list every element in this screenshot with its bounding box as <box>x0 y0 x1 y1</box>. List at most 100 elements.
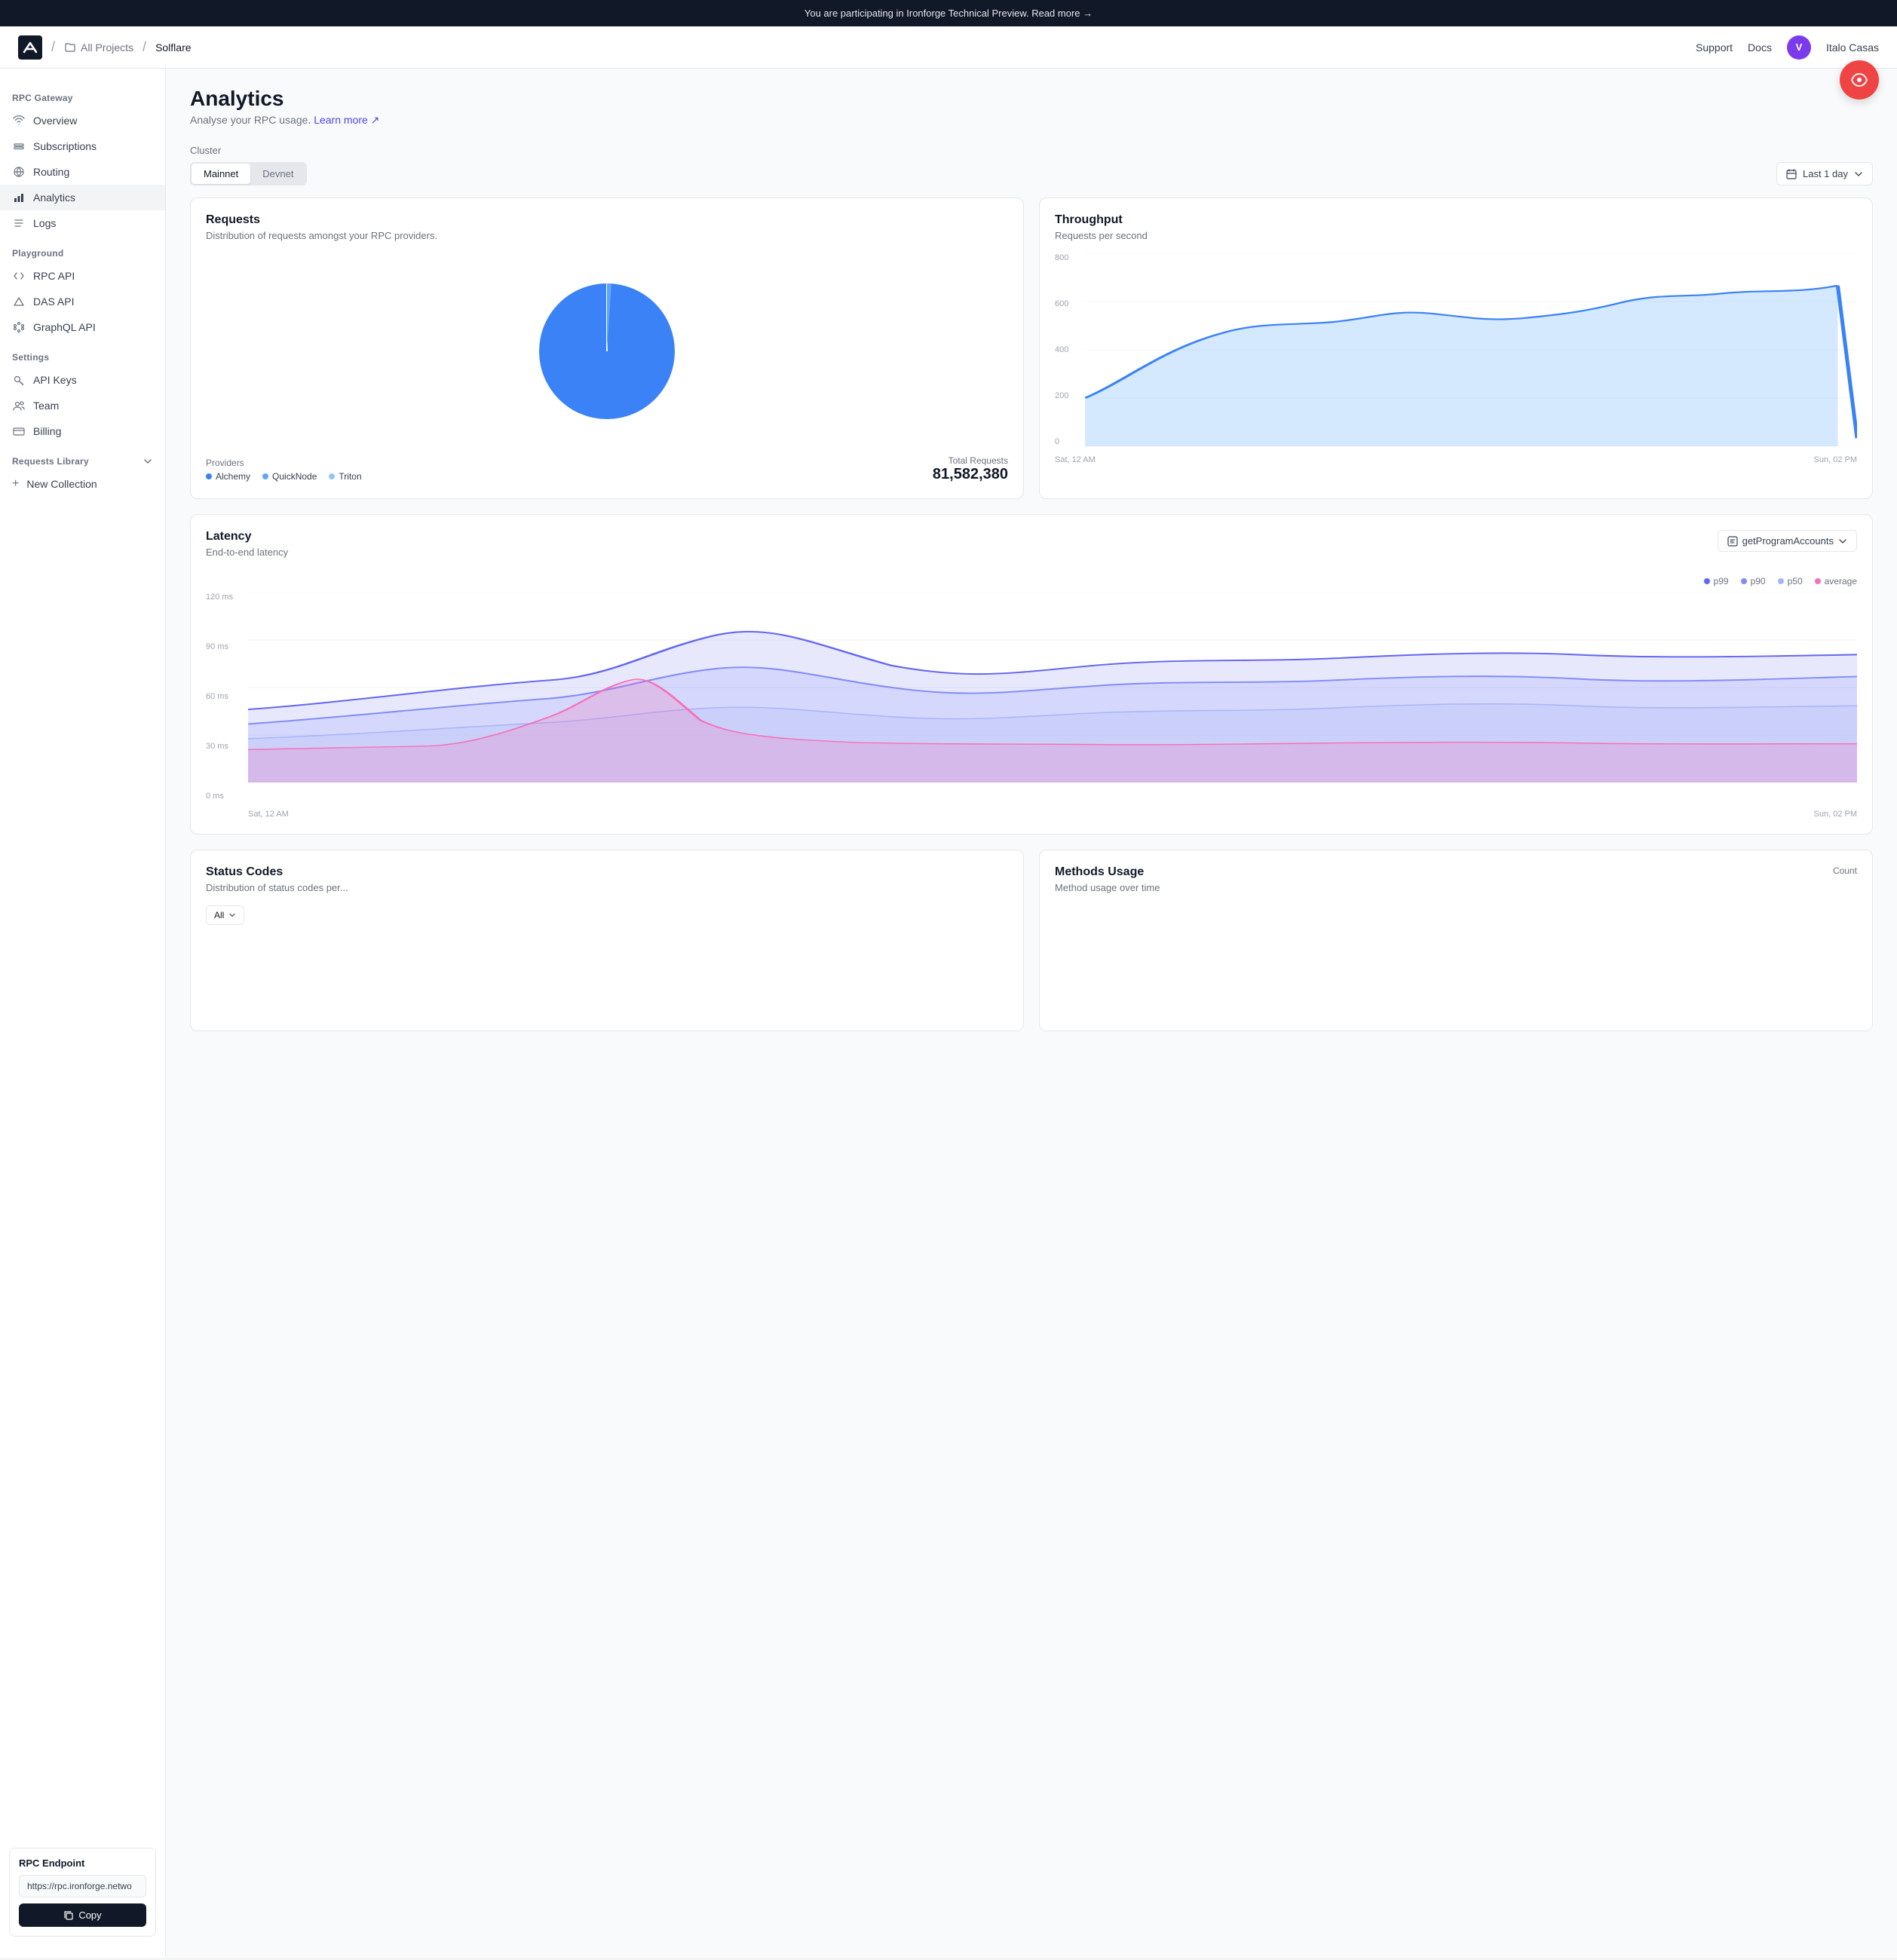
average-dot <box>1815 578 1821 584</box>
y-label-400: 400 <box>1055 345 1082 354</box>
code-icon <box>12 269 26 283</box>
breadcrumb-all-projects[interactable]: All Projects <box>64 41 133 54</box>
fab-button[interactable] <box>1840 60 1879 100</box>
latency-legend: p99 p90 p50 average <box>206 576 1857 586</box>
page-title: Analytics <box>190 87 1873 111</box>
sidebar-item-routing[interactable]: Routing <box>0 159 165 185</box>
latency-chart-area: 0 ms 30 ms 60 ms 90 ms 120 ms <box>206 593 1857 819</box>
team-label: Team <box>33 400 59 412</box>
sidebar-item-subscriptions[interactable]: Subscriptions <box>0 133 165 159</box>
header-left: / All Projects / Solflare <box>18 35 1696 60</box>
throughput-chart: 0 200 400 600 800 <box>1055 253 1857 464</box>
all-filter[interactable]: All <box>206 905 244 925</box>
top-banner: You are participating in Ironforge Techn… <box>0 0 1897 26</box>
sidebar-item-analytics[interactable]: Analytics <box>0 185 165 210</box>
user-name: Italo Casas <box>1826 41 1879 54</box>
sidebar-item-logs[interactable]: Logs <box>0 210 165 236</box>
method-selector[interactable]: getProgramAccounts <box>1718 530 1857 552</box>
method-label: getProgramAccounts <box>1742 535 1834 547</box>
legend-p99: p99 <box>1704 576 1729 586</box>
throughput-svg <box>1085 253 1857 446</box>
legend: Alchemy QuickNode Triton <box>206 471 362 482</box>
legend-p50: p50 <box>1778 576 1803 586</box>
section-rpc-gateway: RPC Gateway <box>0 81 165 108</box>
calendar-icon <box>1786 169 1797 179</box>
legend-quicknode: QuickNode <box>262 471 317 482</box>
rpc-endpoint-value[interactable]: https://rpc.ironforge.netwo <box>19 1875 146 1897</box>
credit-card-icon <box>12 424 26 438</box>
legend-average: average <box>1815 576 1857 586</box>
users-icon <box>12 399 26 412</box>
alchemy-dot <box>206 473 212 479</box>
all-projects-label: All Projects <box>81 41 133 54</box>
y-90ms: 90 ms <box>206 642 245 651</box>
latency-subtitle: End-to-end latency <box>206 547 288 558</box>
devnet-tab[interactable]: Devnet <box>250 164 305 184</box>
overview-label: Overview <box>33 115 77 127</box>
docs-link[interactable]: Docs <box>1748 41 1772 54</box>
date-filter[interactable]: Last 1 day <box>1776 162 1873 185</box>
breadcrumb-project[interactable]: Solflare <box>155 41 191 54</box>
requests-subtitle: Distribution of requests amongst your RP… <box>206 230 1008 241</box>
analytics-label: Analytics <box>33 191 75 204</box>
date-filter-label: Last 1 day <box>1803 168 1848 179</box>
latency-card: Latency End-to-end latency getProgramAcc… <box>190 514 1873 835</box>
new-collection-item[interactable]: + New Collection <box>0 471 165 497</box>
requests-library-title: Requests Library <box>12 456 89 467</box>
y-label-600: 600 <box>1055 299 1082 308</box>
main-content: Analytics Analyse your RPC usage. Learn … <box>166 69 1897 1958</box>
status-codes-card: Status Codes Distribution of status code… <box>190 850 1024 1031</box>
providers-label: Providers <box>206 458 362 468</box>
latency-x-axis: Sat, 12 AM Sun, 02 PM <box>248 810 1857 819</box>
list-icon <box>12 216 26 230</box>
triton-label: Triton <box>339 471 361 482</box>
requests-title: Requests <box>206 213 1008 227</box>
p99-dot <box>1704 578 1710 584</box>
x-label-end: Sun, 02 PM <box>1814 455 1857 464</box>
methods-header: Methods Usage Method usage over time Cou… <box>1055 865 1857 905</box>
sidebar-item-api-keys[interactable]: API Keys <box>0 367 165 393</box>
logs-label: Logs <box>33 217 56 229</box>
throughput-subtitle: Requests per second <box>1055 230 1857 241</box>
sidebar-item-team[interactable]: Team <box>0 393 165 418</box>
rpc-endpoint-box: RPC Endpoint https://rpc.ironforge.netwo… <box>9 1848 156 1937</box>
x-label-start: Sat, 12 AM <box>1055 455 1096 464</box>
latency-header: Latency End-to-end latency getProgramAcc… <box>206 530 1857 570</box>
top-cards-row: Requests Distribution of requests amongs… <box>190 198 1873 499</box>
copy-button[interactable]: Copy <box>19 1903 146 1927</box>
banner-text: You are participating in Ironforge Techn… <box>804 8 1093 19</box>
latency-title: Latency <box>206 530 288 544</box>
sidebar-item-overview[interactable]: Overview <box>0 108 165 133</box>
folder-icon <box>64 41 76 54</box>
providers-row: Providers Alchemy QuickNode <box>206 455 1008 483</box>
bottom-cards-row: Status Codes Distribution of status code… <box>190 850 1873 1031</box>
chevron-method-icon <box>1838 537 1847 546</box>
y-30ms: 30 ms <box>206 742 245 751</box>
latency-x-start: Sat, 12 AM <box>248 810 289 819</box>
globe-icon <box>12 165 26 179</box>
cluster-label: Cluster <box>190 145 1873 156</box>
routing-label: Routing <box>33 166 69 178</box>
triangle-icon <box>12 295 26 308</box>
mainnet-tab[interactable]: Mainnet <box>192 164 250 184</box>
learn-more-link[interactable]: Learn more ↗ <box>314 114 379 126</box>
status-codes-subtitle: Distribution of status codes per... <box>206 882 1008 893</box>
sidebar-item-rpc-api[interactable]: RPC API <box>0 263 165 289</box>
y-120ms: 120 ms <box>206 593 245 602</box>
sidebar-item-das-api[interactable]: DAS API <box>0 289 165 314</box>
section-settings: Settings <box>0 340 165 367</box>
avatar[interactable]: V <box>1787 35 1811 60</box>
throughput-x-axis: Sat, 12 AM Sun, 02 PM <box>1055 455 1857 464</box>
chevron-all-icon <box>228 911 236 919</box>
support-link[interactable]: Support <box>1696 41 1733 54</box>
total-section: Total Requests 81,582,380 <box>933 455 1008 483</box>
sidebar-item-billing[interactable]: Billing <box>0 418 165 444</box>
section-playground: Playground <box>0 236 165 263</box>
throughput-title: Throughput <box>1055 213 1857 227</box>
y-0ms: 0 ms <box>206 792 245 801</box>
status-codes-filter: All <box>206 905 1008 925</box>
cluster-row: Mainnet Devnet Last 1 day <box>190 162 1873 185</box>
plus-icon: + <box>12 477 19 491</box>
p50-dot <box>1778 578 1784 584</box>
sidebar-item-graphql-api[interactable]: GraphQL API <box>0 314 165 340</box>
